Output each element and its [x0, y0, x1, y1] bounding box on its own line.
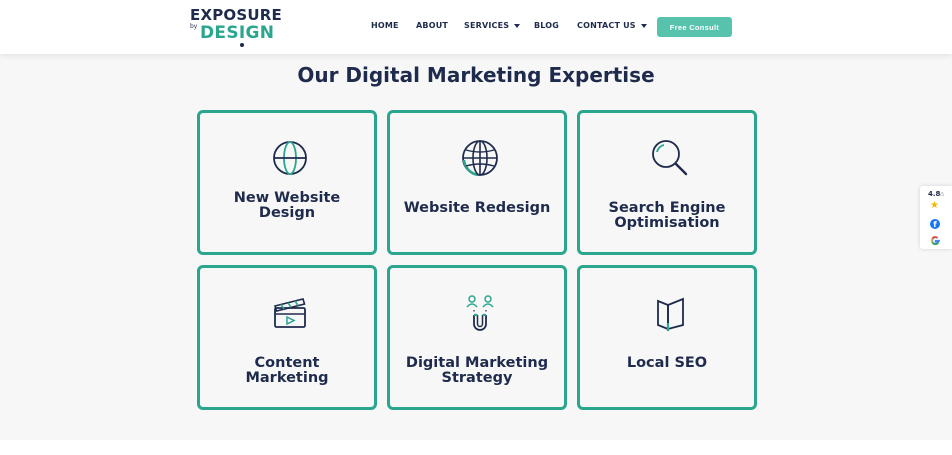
google-icon[interactable] [930, 235, 941, 246]
card-title: Local SEO [586, 356, 748, 371]
magnet-people-icon [466, 295, 494, 331]
logo-dot [240, 43, 244, 47]
card-website-redesign[interactable]: Website Redesign [387, 110, 567, 255]
nav-services[interactable]: SERVICES [464, 21, 521, 30]
card-title-line: Design [258, 205, 316, 221]
card-content-marketing[interactable]: Content Marketing [197, 265, 377, 410]
logo-design-text: DESIGN [200, 23, 275, 43]
rating-max: /5 [940, 192, 944, 197]
nav-contact-label: CONTACT US [577, 21, 636, 30]
chevron-down-icon [514, 23, 521, 28]
card-digital-marketing-strategy[interactable]: Digital Marketing Strategy [387, 265, 567, 410]
rating-score: 4.8 [928, 190, 941, 198]
card-title-line: Strategy [441, 370, 513, 386]
rating-widget[interactable]: 4.8 /5 ★ f [920, 186, 952, 249]
book-icon [657, 297, 684, 331]
card-title-line: Local SEO [626, 355, 708, 371]
card-title-line: Website Redesign [403, 200, 551, 216]
nav-about-label: ABOUT [416, 21, 449, 30]
card-title: Content Marketing [206, 356, 368, 386]
card-title: Website Redesign [396, 201, 558, 216]
card-title: Digital Marketing Strategy [396, 356, 558, 386]
card-title-line: Search Engine [608, 200, 726, 216]
nav-home-label: HOME [371, 21, 399, 30]
logo-exposure-text: EXPOSURE [190, 6, 282, 24]
card-new-website-design[interactable]: New Website Design [197, 110, 377, 255]
nav-contact[interactable]: CONTACT US [577, 21, 647, 30]
chevron-down-icon [640, 23, 647, 28]
sphere-icon [273, 141, 307, 175]
clapperboard-icon [273, 298, 306, 328]
card-title-line: Content [254, 355, 320, 371]
nav-blog-label: BLOG [534, 21, 560, 30]
card-title-line: New Website [233, 190, 341, 206]
nav-about[interactable]: ABOUT [416, 21, 448, 30]
site-header: EXPOSURE by DESIGN HOME ABOUT SERVICES B… [0, 0, 952, 54]
card-title: New Website Design [206, 191, 368, 221]
nav-services-label: SERVICES [464, 21, 510, 30]
globe-icon [462, 140, 498, 177]
card-local-seo[interactable]: Local SEO [577, 265, 757, 410]
star-icon: ★ [930, 200, 939, 211]
magnifier-icon [652, 140, 688, 176]
card-title-line: Marketing [245, 370, 329, 386]
logo-by-text: by [190, 23, 198, 30]
expertise-section: Our Digital Marketing Expertise New Webs… [0, 54, 952, 440]
card-search-engine-optimisation[interactable]: Search Engine Optimisation [577, 110, 757, 255]
free-consult-button[interactable]: Free Consult [657, 17, 732, 37]
card-title: Search Engine Optimisation [586, 201, 748, 231]
nav-home[interactable]: HOME [371, 21, 399, 30]
facebook-icon[interactable]: f [930, 219, 940, 229]
card-title-line: Digital Marketing [405, 355, 549, 371]
section-heading: Our Digital Marketing Expertise [297, 63, 655, 87]
nav-blog[interactable]: BLOG [534, 21, 559, 30]
site-logo[interactable]: EXPOSURE by DESIGN [190, 6, 282, 47]
card-title-line: Optimisation [614, 215, 720, 231]
